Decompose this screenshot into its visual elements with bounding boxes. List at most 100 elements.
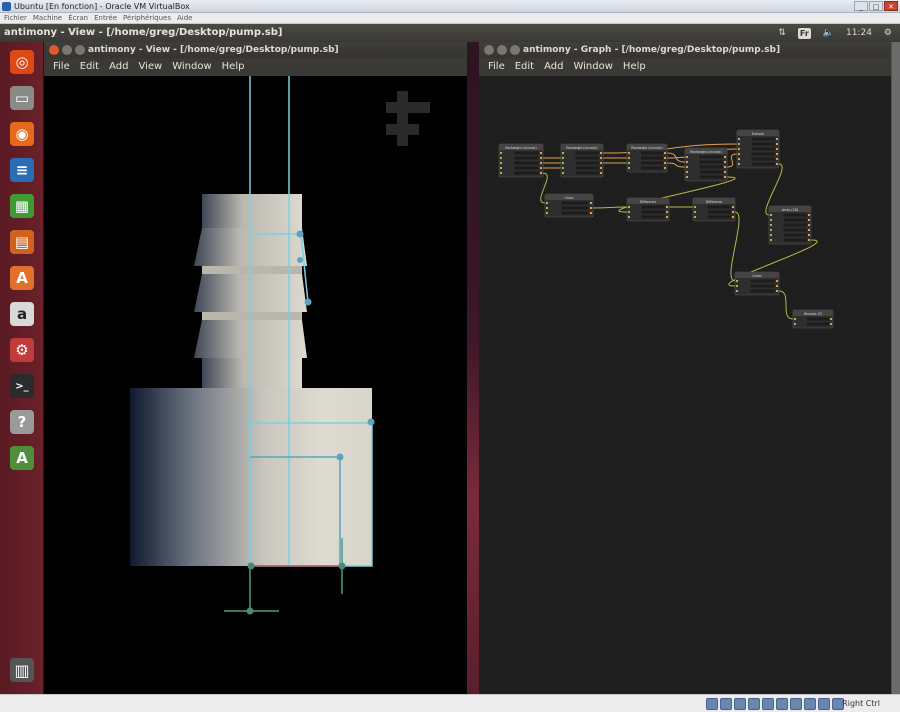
vbox-menu-aide[interactable]: Aide (177, 13, 192, 23)
view-menu-view[interactable]: View (135, 58, 169, 76)
video-capture-icon[interactable] (804, 698, 816, 710)
graph-node-title: Array (2D) (782, 208, 799, 212)
graph-node[interactable]: Difference (692, 197, 736, 222)
graph-menu-window[interactable]: Window (570, 58, 619, 76)
graph-node-title: Rectangle (circular) (566, 146, 597, 150)
vbox-menu-entree[interactable]: Entrée (94, 13, 117, 23)
clock[interactable]: 11:24 (846, 28, 872, 38)
pump-model (130, 194, 372, 566)
graph-node-title: Rectangle (circular) (690, 150, 721, 154)
view-window: antimony - View - [/home/greg/Desktop/pu… (44, 42, 467, 694)
launcher-system-settings-icon[interactable]: ⚙ (6, 334, 38, 366)
graph-node[interactable]: Union (544, 193, 594, 218)
graph-menu-edit[interactable]: Edit (512, 58, 541, 76)
software-updater-icon-glyph: A (10, 446, 34, 470)
view-menu-add[interactable]: Add (106, 58, 135, 76)
graph-node[interactable]: Rectangle (circular) (560, 143, 604, 178)
graph-menubar: File Edit Add Window Help (479, 58, 891, 76)
vm-right-edge (891, 42, 900, 694)
vbox-menu-fichier[interactable]: Fichier (4, 13, 27, 23)
files-icon-glyph: ▭ (10, 86, 34, 110)
node-graph-canvas[interactable]: Rectangle (circular) Rectangle (circular)… (479, 76, 891, 694)
display-icon[interactable] (790, 698, 802, 710)
view-close-button[interactable] (49, 45, 59, 55)
graph-node[interactable]: Difference (626, 197, 670, 222)
graph-node-title: Rectangle (circular) (505, 146, 536, 150)
launcher-amazon-icon[interactable]: a (6, 298, 38, 330)
optical-drive-icon[interactable] (720, 698, 732, 710)
launcher-software-center-icon[interactable]: A (6, 262, 38, 294)
graph-node-title: Union (752, 274, 761, 278)
graph-node-title: Extrude (752, 132, 765, 136)
graph-node-title: Rectangle (circular) (631, 146, 662, 150)
graph-menu-file[interactable]: File (485, 58, 512, 76)
graph-node[interactable]: Rectangle (circular) (626, 143, 668, 173)
graph-node[interactable]: Extrude (736, 129, 780, 169)
ubuntu-top-panel: antimony - View - [/home/greg/Desktop/pu… (0, 24, 900, 42)
graph-node[interactable]: Rectangle (circular) (684, 147, 728, 182)
view-menu-window[interactable]: Window (169, 58, 218, 76)
help-icon-glyph: ? (10, 410, 34, 434)
trash-icon-glyph: ▥ (10, 658, 34, 682)
shared-folders-icon[interactable] (776, 698, 788, 710)
vbox-maximize-button[interactable]: □ (869, 1, 883, 11)
vbox-menu-peripheriques[interactable]: Périphériques (123, 13, 171, 23)
audio-icon[interactable] (734, 698, 746, 710)
network-icon[interactable]: ⇅ (778, 28, 786, 38)
graph-node[interactable]: Array (2D) (768, 205, 812, 245)
view-menu-file[interactable]: File (50, 58, 77, 76)
launcher-files-icon[interactable]: ▭ (6, 82, 38, 114)
view-orientation-cross[interactable] (386, 91, 430, 146)
graph-node[interactable]: Union (734, 271, 780, 296)
launcher-firefox-icon[interactable]: ◉ (6, 118, 38, 150)
virtualization-icon[interactable] (818, 698, 830, 710)
hdd-icon[interactable] (706, 698, 718, 710)
session-gear-icon[interactable]: ⚙ (884, 28, 892, 38)
launcher-libreoffice-writer-icon[interactable]: ≡ (6, 154, 38, 186)
view-menu-edit[interactable]: Edit (77, 58, 106, 76)
graph-node[interactable]: Rectangle (circular) (498, 143, 544, 178)
vbox-close-button[interactable]: ✕ (884, 1, 898, 11)
sound-icon[interactable]: 🔈 (823, 28, 834, 38)
keyboard-layout-indicator[interactable]: Fr (797, 27, 811, 39)
vbox-minimize-button[interactable]: _ (854, 1, 868, 11)
3d-viewport[interactable] (44, 76, 467, 694)
launcher-help-icon[interactable]: ? (6, 406, 38, 438)
launcher-libreoffice-calc-icon[interactable]: ▦ (6, 190, 38, 222)
graph-window-title: antimony - Graph - [/home/greg/Desktop/p… (523, 45, 781, 55)
view-minimize-button[interactable] (62, 45, 72, 55)
graph-minimize-button[interactable] (497, 45, 507, 55)
graph-menu-help[interactable]: Help (620, 58, 653, 76)
vbox-menu-machine[interactable]: Machine (33, 13, 62, 23)
firefox-icon-glyph: ◉ (10, 122, 34, 146)
view-maximize-button[interactable] (75, 45, 85, 55)
graph-node-title: Union (564, 196, 573, 200)
view-window-titlebar[interactable]: antimony - View - [/home/greg/Desktop/pu… (44, 42, 467, 58)
launcher-libreoffice-impress-icon[interactable]: ▤ (6, 226, 38, 258)
unity-launcher: ◎ ▭ ◉ ≡ ▦ ▤ Aa ⚙ >_? A ▥ (0, 42, 44, 694)
libreoffice-calc-icon-glyph: ▦ (10, 194, 34, 218)
dash-home-icon-glyph: ◎ (10, 50, 34, 74)
graph-close-button[interactable] (484, 45, 494, 55)
graph-menu-add[interactable]: Add (541, 58, 570, 76)
launcher-terminal-icon[interactable]: >_ (6, 370, 38, 402)
view-menu-help[interactable]: Help (219, 58, 252, 76)
view-menubar: File Edit Add View Window Help (44, 58, 467, 76)
usb-icon[interactable] (762, 698, 774, 710)
vbox-title-text: Ubuntu [En fonction] - Oracle VM Virtual… (14, 2, 190, 11)
terminal-icon-glyph: >_ (10, 374, 34, 398)
launcher-dash-home-icon[interactable]: ◎ (6, 46, 38, 78)
graph-node-title: Difference (706, 200, 722, 204)
network-adapter-icon[interactable] (748, 698, 760, 710)
graph-window-titlebar[interactable]: antimony - Graph - [/home/greg/Desktop/p… (479, 42, 891, 58)
node-graph-svg[interactable]: Rectangle (circular) Rectangle (circular)… (479, 76, 891, 694)
vbox-menu-ecran[interactable]: Écran (68, 13, 88, 23)
viewport-svg[interactable] (44, 76, 467, 694)
graph-node[interactable]: Revolve (Y) (792, 309, 834, 329)
graph-maximize-button[interactable] (510, 45, 520, 55)
desktop-background (467, 42, 479, 694)
launcher-software-updater-icon[interactable]: A (6, 442, 38, 474)
panel-app-title: antimony - View - [/home/greg/Desktop/pu… (4, 27, 283, 38)
virtualbox-icon (2, 2, 11, 11)
launcher-trash-icon[interactable]: ▥ (6, 654, 38, 686)
